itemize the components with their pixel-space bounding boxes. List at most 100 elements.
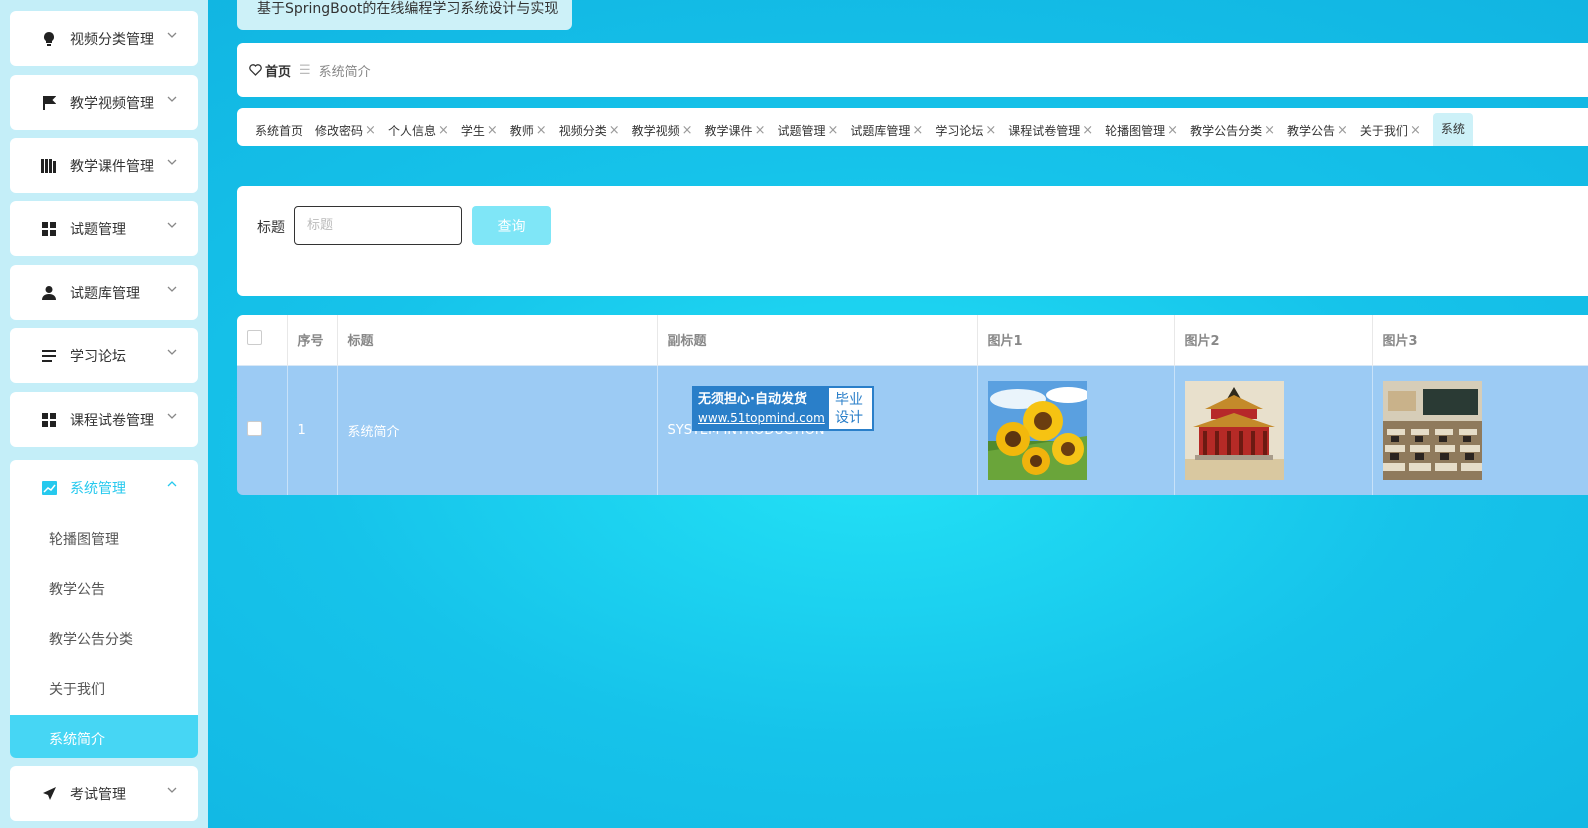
sidebar-item-questions[interactable]: 试题管理 — [10, 201, 198, 256]
tab-label: 系统 — [1440, 122, 1465, 136]
select-all-cell — [237, 315, 288, 365]
sidebar-item-exam[interactable]: 考试管理 — [10, 766, 198, 821]
sidebar-item-label: 考试管理 — [70, 786, 126, 803]
sidebar-item-forum[interactable]: 学习论坛 — [10, 328, 198, 383]
tab-system-home[interactable]: 系统首页 — [255, 116, 303, 146]
lightbulb-icon — [41, 31, 57, 47]
close-icon[interactable]: × — [912, 116, 923, 146]
chevron-down-icon — [167, 32, 177, 38]
tab-questions[interactable]: 试题管理 × — [777, 116, 838, 146]
close-icon[interactable]: × — [827, 116, 838, 146]
breadcrumb-current: 系统简介 — [318, 64, 371, 80]
tab-label: 教师 — [509, 124, 534, 138]
chevron-down-icon — [167, 96, 177, 102]
close-icon[interactable]: × — [682, 116, 693, 146]
tab-carousel[interactable]: 轮播图管理 × — [1105, 116, 1178, 146]
user-icon — [41, 285, 57, 301]
classroom-image[interactable] — [1382, 380, 1482, 480]
close-icon[interactable]: × — [609, 116, 620, 146]
close-icon[interactable]: × — [1167, 116, 1178, 146]
sidebar-item-courseware[interactable]: 教学课件管理 — [10, 138, 198, 193]
search-label: 标题 — [257, 220, 285, 236]
watermark-left: 无须担心·自动发货 www.51topmind.com — [692, 386, 827, 431]
watermark-right: 毕业 设计 — [827, 386, 874, 431]
tab-notice-category[interactable]: 教学公告分类 × — [1190, 116, 1275, 146]
tab-label: 系统首页 — [255, 124, 304, 138]
sidebar-subitem-system-intro[interactable]: 系统简介 — [10, 715, 198, 758]
column-header: 图片1 — [977, 315, 1175, 365]
close-icon[interactable]: × — [438, 116, 449, 146]
tab-label: 教学视频 — [631, 124, 680, 138]
tab-courseware[interactable]: 教学课件 × — [705, 116, 766, 146]
tab-about[interactable]: 关于我们 × — [1360, 116, 1421, 146]
close-icon[interactable]: × — [1082, 116, 1093, 146]
sidebar-item-label: 系统管理 — [70, 480, 126, 497]
column-header: 图片2 — [1174, 315, 1373, 365]
row-index: 1 — [287, 364, 338, 495]
row-image-1-cell — [977, 364, 1175, 495]
tab-profile[interactable]: 个人信息 × — [388, 116, 449, 146]
sidebar-subitem-about[interactable]: 关于我们 — [10, 665, 198, 715]
watermark-line1: 无须担心·自动发货 — [698, 392, 807, 407]
tab-forum[interactable]: 学习论坛 × — [935, 116, 996, 146]
tab-label: 个人信息 — [387, 124, 436, 138]
close-icon[interactable]: × — [1264, 116, 1275, 146]
close-icon[interactable]: × — [755, 116, 766, 146]
close-icon[interactable]: × — [536, 116, 547, 146]
sidebar-subitem-notice[interactable]: 教学公告 — [10, 565, 198, 615]
tab-label: 轮播图管理 — [1105, 124, 1166, 138]
breadcrumb-home[interactable]: 首页 — [249, 61, 291, 80]
tab-course-exam[interactable]: 课程试卷管理 × — [1008, 116, 1093, 146]
chevron-down-icon — [167, 222, 177, 228]
sidebar-item-label: 试题库管理 — [70, 285, 140, 302]
chevron-down-icon — [167, 413, 177, 419]
tab-notice[interactable]: 教学公告 × — [1287, 116, 1348, 146]
close-icon[interactable]: × — [487, 116, 498, 146]
sidebar-item-label: 试题管理 — [70, 221, 126, 238]
chevron-up-icon — [167, 481, 177, 487]
sidebar-item-label: 教学课件管理 — [70, 158, 154, 175]
row-title: 系统简介 — [337, 364, 658, 495]
tab-label: 关于我们 — [1359, 124, 1408, 138]
column-header: 图片3 — [1372, 315, 1588, 365]
sidebar-item-system[interactable]: 系统管理 — [10, 460, 198, 515]
chevron-down-icon — [167, 349, 177, 355]
tab-label: 修改密码 — [315, 124, 364, 138]
close-icon[interactable]: × — [1410, 116, 1421, 146]
sidebar-item-video-category[interactable]: 视频分类管理 — [10, 11, 198, 66]
sidebar-subitem-notice-category[interactable]: 教学公告分类 — [10, 615, 198, 665]
watermark-right2: 设计 — [835, 410, 863, 426]
column-header: 序号 — [287, 315, 338, 365]
sidebar-item-course-exam[interactable]: 课程试卷管理 — [10, 392, 198, 447]
grid-icon — [41, 221, 57, 237]
sidebar-item-teaching-video[interactable]: 教学视频管理 — [10, 75, 198, 130]
close-icon[interactable]: × — [985, 116, 996, 146]
sidebar-item-label: 学习论坛 — [70, 348, 126, 365]
tab-system-intro[interactable]: 系统 — [1432, 113, 1473, 146]
tab-teacher[interactable]: 教师 × — [510, 116, 547, 146]
table-row[interactable]: 1 系统简介 SYSTEM INTRODUCTION — [237, 364, 1588, 495]
tab-label: 视频分类 — [558, 124, 607, 138]
title-search-input[interactable] — [294, 206, 462, 245]
sidebar-subitem-carousel[interactable]: 轮播图管理 — [10, 515, 198, 565]
breadcrumb: 首页 ☰ 系统简介 — [237, 43, 1588, 97]
tab-change-password[interactable]: 修改密码 × — [315, 116, 376, 146]
row-image-3-cell — [1372, 364, 1588, 495]
sidebar-item-question-bank[interactable]: 试题库管理 — [10, 265, 198, 320]
tab-question-bank[interactable]: 试题库管理 × — [850, 116, 923, 146]
tab-student[interactable]: 学生 × — [461, 116, 498, 146]
palace-image[interactable] — [1184, 380, 1284, 480]
close-icon[interactable]: × — [1337, 116, 1348, 146]
select-all-checkbox[interactable] — [247, 330, 262, 346]
tab-teaching-video[interactable]: 教学视频 × — [632, 116, 693, 146]
row-checkbox[interactable] — [247, 420, 262, 436]
tab-label: 学生 — [460, 124, 485, 138]
tab-video-category[interactable]: 视频分类 × — [559, 116, 620, 146]
row-image-2-cell — [1174, 364, 1373, 495]
chevron-down-icon — [167, 159, 177, 165]
row-select-cell — [237, 364, 288, 495]
sunflower-image[interactable] — [987, 380, 1087, 480]
query-button[interactable]: 查询 — [472, 206, 551, 245]
heart-icon — [249, 64, 262, 76]
close-icon[interactable]: × — [365, 116, 376, 146]
